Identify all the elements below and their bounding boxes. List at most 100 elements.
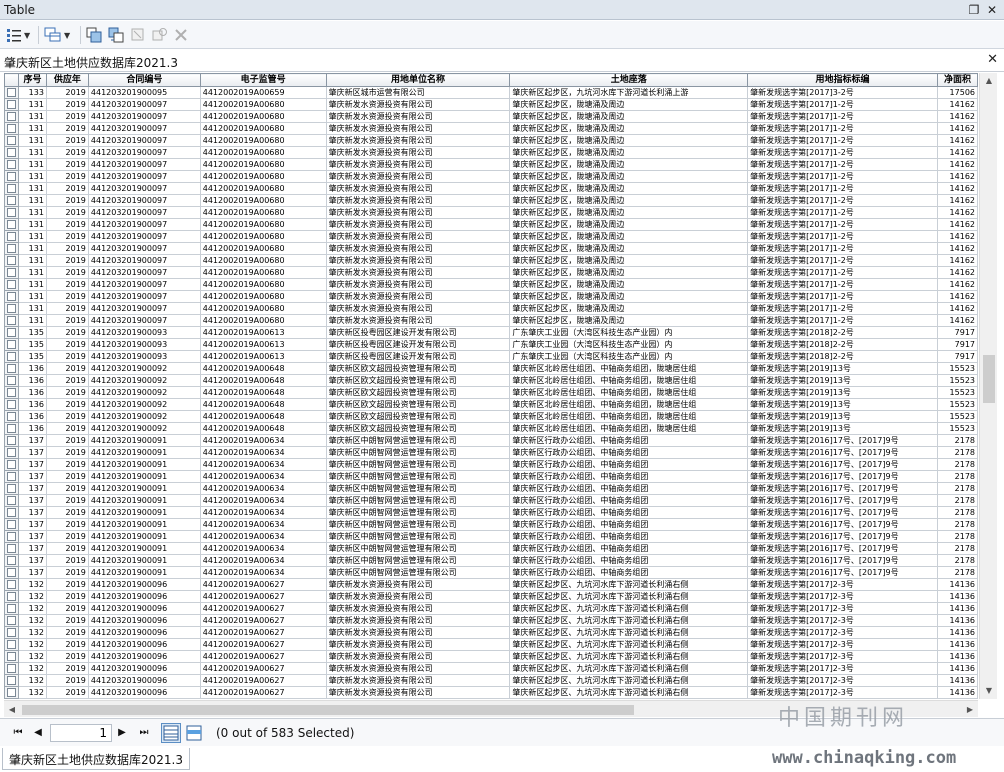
table-cell[interactable]: 2019 — [45, 374, 89, 387]
table-cell[interactable]: 2019 — [45, 482, 89, 495]
table-cell[interactable]: 肇庆新区行政办公组团、中轴商务组团 — [509, 554, 749, 567]
table-cell[interactable]: 肇庆新区欧文超园投资管理有限公司 — [325, 410, 511, 423]
table-cell[interactable]: 肇庆新区起步区、九坑河水库下游河道长利涌右侧 — [509, 590, 749, 603]
table-cell[interactable]: 肇新发规选字第[2017]1-2号 — [747, 230, 938, 243]
table-cell[interactable]: 441203201900097 — [87, 230, 201, 243]
table-cell[interactable]: 肇庆新区中朗智网营运管理有限公司 — [325, 458, 511, 471]
table-cell[interactable]: 2019 — [45, 686, 89, 699]
table-cell[interactable]: 肇庆新发水资源投资有限公司 — [325, 290, 511, 303]
table-row[interactable]: 137 2019 441203201900091 4412002019A00634 肇庆… — [4, 458, 978, 471]
table-cell[interactable]: 肇庆新区起步区，陇塘涌及周边 — [509, 146, 749, 159]
table-cell[interactable]: 441203201900097 — [87, 182, 201, 195]
table-cell[interactable]: 肇庆新区起步区、九坑河水库下游河道长利涌右侧 — [509, 674, 749, 687]
table-cell[interactable]: 肇新发规选字第[2019]13号 — [747, 362, 938, 375]
table-cell[interactable]: 2019 — [45, 314, 89, 327]
table-cell[interactable]: 132 — [17, 602, 47, 615]
table-cell[interactable]: 441203201900096 — [87, 602, 201, 615]
row-selector[interactable] — [4, 98, 19, 111]
table-cell[interactable]: 2178 — [936, 506, 978, 519]
row-selector[interactable] — [4, 254, 19, 267]
table-cell[interactable]: 肇庆新发水资源投资有限公司 — [325, 206, 511, 219]
table-cell[interactable]: 肇庆新区投粤园区建设开发有限公司 — [325, 338, 511, 351]
table-cell[interactable]: 14136 — [936, 650, 978, 663]
table-cell[interactable]: 肇庆新发水资源投资有限公司 — [325, 278, 511, 291]
table-cell[interactable]: 4412002019A00680 — [199, 194, 327, 207]
table-cell[interactable]: 441203201900092 — [87, 398, 201, 411]
table-cell[interactable]: 2019 — [45, 698, 89, 699]
table-cell[interactable]: 137 — [17, 518, 47, 531]
table-cell[interactable]: 肇庆新区中朗智网营运管理有限公司 — [325, 470, 511, 483]
row-selector[interactable] — [4, 662, 19, 675]
vertical-scroll-thumb[interactable] — [983, 355, 995, 403]
row-selector[interactable] — [4, 698, 19, 699]
table-cell[interactable]: 441203201900097 — [87, 194, 201, 207]
table-cell[interactable]: 7917 — [936, 326, 978, 339]
table-cell[interactable]: 肇庆新区起步区，陇塘涌及周边 — [509, 158, 749, 171]
table-cell[interactable]: 肇庆新发水资源投资有限公司 — [325, 302, 511, 315]
table-cell[interactable]: 14162 — [936, 170, 978, 183]
table-cell[interactable]: 2019 — [45, 254, 89, 267]
column-header[interactable]: 电子监管号 — [199, 73, 327, 87]
table-cell[interactable]: 2019 — [45, 302, 89, 315]
table-cell[interactable]: 4412002019A00627 — [199, 578, 327, 591]
table-cell[interactable]: 肇庆新区行政办公组团、中轴商务组团 — [509, 458, 749, 471]
table-cell[interactable]: 肇新发规选字第[2019]13号 — [747, 422, 938, 435]
table-cell[interactable]: 14162 — [936, 242, 978, 255]
table-cell[interactable]: 肇庆新发水资源投资有限公司 — [325, 254, 511, 267]
table-cell[interactable]: 肇庆新发水资源投资有限公司 — [325, 146, 511, 159]
table-cell[interactable]: 2019 — [45, 278, 89, 291]
table-cell[interactable]: 4412002019A00680 — [199, 134, 327, 147]
table-row[interactable]: 131 2019 441203201900097 4412002019A00680 肇庆… — [4, 230, 978, 243]
table-cell[interactable]: 131 — [17, 98, 47, 111]
table-cell[interactable]: 441203201900091 — [87, 470, 201, 483]
table-cell[interactable]: 肇庆新区起步区，陇塘涌及周边 — [509, 242, 749, 255]
table-cell[interactable]: 136 — [17, 362, 47, 375]
table-cell[interactable]: 肇庆新发水资源投资有限公司 — [325, 614, 511, 627]
table-cell[interactable]: 2178 — [936, 482, 978, 495]
table-row[interactable]: 13220194412032019000964412002019A00627肇庆… — [4, 614, 978, 627]
table-cell[interactable]: 131 — [17, 242, 47, 255]
table-cell[interactable]: 2178 — [936, 530, 978, 543]
table-cell[interactable]: 肇庆新区起步区、九坑河水库下游河道长利涌右侧 — [509, 698, 749, 699]
table-cell[interactable]: 136 — [17, 374, 47, 387]
table-cell[interactable]: 441203201900091 — [87, 530, 201, 543]
table-cell[interactable]: 肇新发规选字第[2017]1-2号 — [747, 182, 938, 195]
table-cell[interactable]: 肇庆新区起步区，陇塘涌及周边 — [509, 302, 749, 315]
table-cell[interactable]: 137 — [17, 446, 47, 459]
table-cell[interactable]: 2178 — [936, 434, 978, 447]
table-cell[interactable]: 2019 — [45, 506, 89, 519]
table-cell[interactable]: 肇庆新区北岭居住组团、中轴商务组团，陇塘居住组 — [509, 398, 749, 411]
table-cell[interactable]: 肇新发规选字第[2017]2-3号 — [747, 626, 938, 639]
select-by-attributes-button[interactable] — [86, 25, 102, 45]
table-cell[interactable]: 肇庆新发水资源投资有限公司 — [325, 638, 511, 651]
table-cell[interactable]: 4412002019A00634 — [199, 542, 327, 555]
table-cell[interactable]: 肇新发规选字第[2017]2-3号 — [747, 614, 938, 627]
table-cell[interactable]: 132 — [17, 626, 47, 639]
table-cell[interactable]: 肇新发规选字第[2017]1-2号 — [747, 254, 938, 267]
table-cell[interactable]: 2019 — [45, 446, 89, 459]
table-cell[interactable]: 肇庆新区北岭居住组团、中轴商务组团，陇塘居住组 — [509, 374, 749, 387]
table-cell[interactable]: 131 — [17, 182, 47, 195]
row-selector[interactable] — [4, 266, 19, 279]
table-cell[interactable]: 2019 — [45, 494, 89, 507]
table-cell[interactable]: 4412002019A00680 — [199, 110, 327, 123]
table-cell[interactable]: 肇庆新区起步区、九坑河水库下游河道长利涌右侧 — [509, 650, 749, 663]
table-cell[interactable]: 441203201900096 — [87, 614, 201, 627]
table-cell[interactable]: 132 — [17, 590, 47, 603]
table-cell[interactable]: 肇庆新区起步区，陇塘涌及周边 — [509, 266, 749, 279]
table-cell[interactable]: 4412002019A00627 — [199, 698, 327, 699]
table-cell[interactable]: 4412002019A00627 — [199, 590, 327, 603]
table-cell[interactable]: 肇新发规选字第[2017]1-2号 — [747, 158, 938, 171]
row-selector[interactable] — [4, 218, 19, 231]
table-cell[interactable]: 4412002019A00613 — [199, 338, 327, 351]
table-cell[interactable]: 肇新发规选字第[2016]17号、[2017]9号 — [747, 530, 938, 543]
table-cell[interactable]: 肇庆新发水资源投资有限公司 — [325, 698, 511, 699]
table-cell[interactable]: 肇庆新区行政办公组团、中轴商务组团 — [509, 542, 749, 555]
table-cell[interactable]: 肇新发规选字第[2017]1-2号 — [747, 266, 938, 279]
column-header[interactable]: 用地指标标编 — [747, 73, 938, 87]
table-cell[interactable]: 肇新发规选字第[2016]17号、[2017]9号 — [747, 506, 938, 519]
row-selector[interactable] — [4, 326, 19, 339]
table-cell[interactable]: 441203201900097 — [87, 146, 201, 159]
table-cell[interactable]: 4412002019A00634 — [199, 434, 327, 447]
show-all-records-button[interactable] — [161, 723, 181, 743]
